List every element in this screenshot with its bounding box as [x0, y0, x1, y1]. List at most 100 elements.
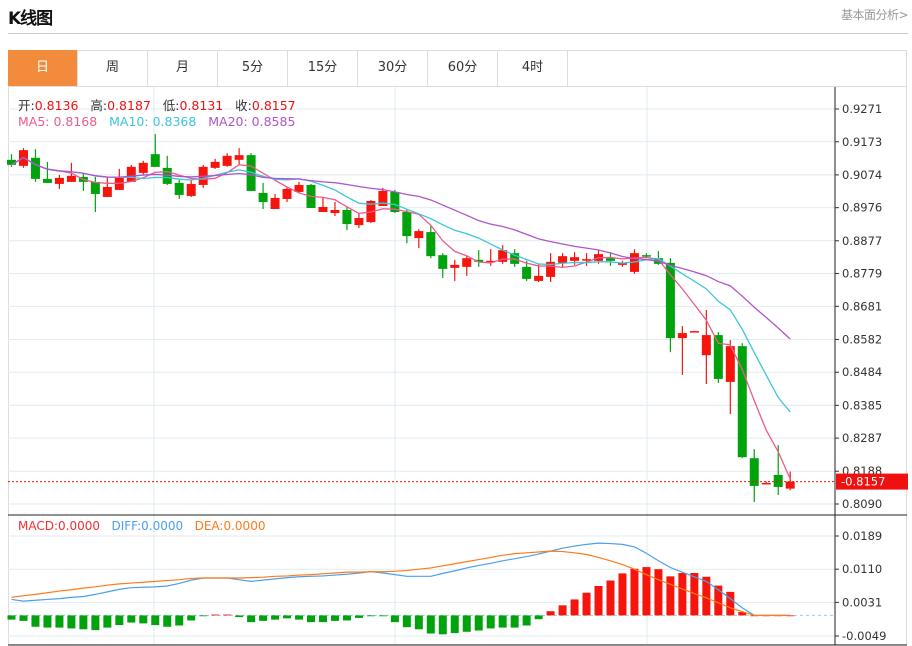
macd-histogram-bar: [235, 615, 244, 618]
price-tick-label: 0.8385: [842, 398, 882, 412]
current-price-label: -0.8157: [841, 475, 885, 489]
macd-tick-label: 0.0031: [842, 595, 882, 609]
candle-up: [186, 183, 196, 196]
macd-histogram-bar: [522, 615, 531, 626]
open-label: 开:: [18, 98, 35, 113]
macd-value: MACD:0.0000: [18, 519, 101, 533]
candle-down: [426, 232, 436, 257]
macd-histogram-bar: [450, 615, 459, 634]
candle-down: [402, 212, 412, 237]
candle-down: [90, 181, 100, 194]
candle-up: [570, 257, 580, 261]
macd-histogram-bar: [7, 615, 16, 620]
macd-histogram-bar: [666, 576, 675, 616]
macd-tick-label: 0.0110: [842, 562, 882, 576]
macd-histogram-bar: [486, 615, 495, 629]
price-tick-label: 0.8582: [842, 332, 882, 346]
candle-up: [234, 155, 244, 160]
price-tick-label: 0.8976: [842, 201, 882, 215]
macd-histogram-bar: [606, 580, 615, 616]
macd-histogram-bar: [462, 615, 471, 632]
high-value: 0.8187: [107, 98, 151, 113]
price-tick-label: 0.8779: [842, 267, 882, 281]
macd-histogram-bar: [79, 615, 88, 630]
ma10-value: MA10: 0.8368: [109, 114, 197, 129]
macd-histogram-bar: [103, 615, 112, 628]
macd-histogram-bar: [55, 615, 64, 628]
candle-up: [282, 188, 292, 199]
macd-histogram-bar: [702, 576, 711, 616]
macd-histogram-bar: [354, 615, 363, 618]
candle-down: [438, 255, 448, 269]
candle-down: [606, 258, 615, 261]
candle-down: [522, 266, 532, 279]
candle-down: [258, 192, 268, 202]
open-value: 0.8136: [34, 98, 79, 113]
price-tick-label: 0.8287: [842, 431, 882, 445]
macd-histogram-bar: [115, 615, 124, 626]
macd-histogram-bar: [474, 615, 483, 631]
low-value: 0.8131: [179, 98, 224, 113]
macd-histogram-bar: [19, 615, 28, 621]
macd-histogram-bar: [67, 615, 76, 629]
macd-histogram-bar: [594, 586, 603, 616]
macd-histogram-bar: [546, 611, 555, 616]
macd-histogram-bar: [163, 615, 172, 627]
close-label: 收:: [235, 98, 252, 113]
macd-histogram-bar: [175, 615, 184, 626]
macd-histogram-bar: [307, 615, 315, 623]
macd-histogram-bar: [187, 615, 196, 621]
macd-histogram-bar: [151, 615, 160, 626]
ma5-value: MA5: 0.8168: [18, 114, 98, 129]
dea-value: DEA:0.0000: [194, 519, 266, 533]
macd-histogram-bar: [390, 615, 399, 623]
macd-histogram-bar: [510, 615, 519, 628]
macd-info: MACD:0.0000 DIFF:0.0000 DEA:0.0000: [18, 519, 265, 533]
macd-histogram-bar: [726, 591, 735, 616]
candle-up: [701, 335, 711, 356]
candle-up: [54, 177, 64, 184]
macd-histogram-bar: [618, 573, 627, 616]
macd-histogram-bar: [582, 592, 591, 616]
ma-info: MA5: 0.8168 MA10: 0.8368 MA20: 0.8585: [18, 114, 295, 129]
candle-up: [330, 210, 340, 214]
candle-up: [126, 166, 136, 182]
price-tick-label: 0.8877: [842, 234, 882, 248]
candle-up: [318, 206, 328, 213]
macd-histogram-bar: [570, 599, 579, 616]
candle-down: [150, 154, 160, 167]
candle-down: [773, 474, 783, 487]
macd-histogram-bar: [283, 615, 292, 619]
macd-histogram-bar: [247, 615, 256, 623]
candle-down: [641, 255, 651, 257]
macd-histogram-bar: [654, 569, 663, 616]
candle-down: [30, 157, 40, 179]
macd-histogram-bar: [199, 615, 208, 617]
macd-tick-label: -0.0049: [842, 629, 886, 643]
candle-down: [342, 210, 352, 225]
candle-up: [677, 333, 687, 339]
macd-histogram-bar: [127, 615, 136, 623]
macd-histogram-bar: [271, 615, 280, 620]
candle-down: [713, 335, 723, 379]
macd-histogram-bar: [498, 615, 507, 628]
price-tick-label: 0.9271: [842, 102, 882, 116]
candle-down: [42, 178, 52, 183]
macd-histogram-bar: [43, 615, 52, 628]
close-value: 0.8157: [251, 98, 296, 113]
high-label: 高:: [90, 98, 108, 113]
macd-histogram-bar: [223, 614, 232, 616]
price-tick-label: 0.9173: [842, 135, 882, 149]
candle-up: [138, 162, 148, 173]
candle-up: [761, 482, 771, 485]
price-tick-label: 0.8681: [842, 299, 882, 313]
macd-histogram-bar: [534, 615, 543, 620]
macd-histogram-bar: [426, 615, 435, 634]
macd-histogram-bar: [378, 615, 387, 617]
macd-histogram-bar: [318, 615, 327, 623]
candle-down: [174, 182, 184, 195]
macd-histogram-bar: [558, 605, 567, 616]
macd-histogram-bar: [330, 615, 339, 621]
candle-up: [210, 161, 220, 168]
candle-up: [414, 231, 424, 239]
